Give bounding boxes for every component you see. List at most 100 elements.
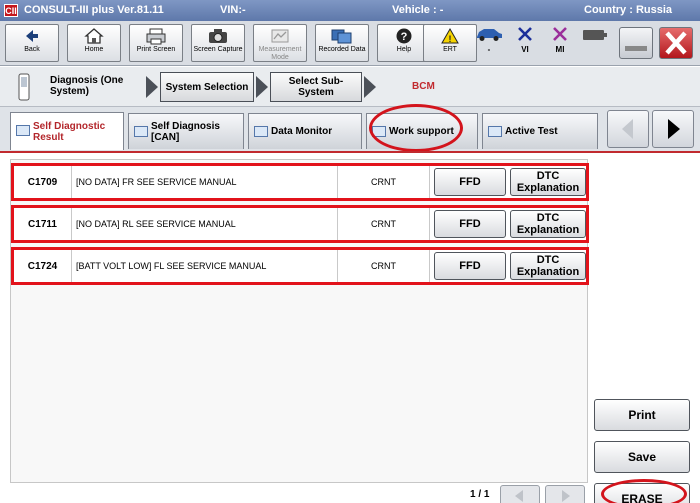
recorded-data-label: Recorded Data [318,46,366,53]
car-icon [477,29,502,41]
vi-status: VI [510,25,540,63]
vi-label: VI [521,45,529,54]
screen-capture-label: Screen Capture [193,46,243,53]
mi-status: MI [545,25,575,63]
crumb-current-bcm: BCM [412,81,435,92]
chevron-right-icon [562,490,570,502]
back-arrow-icon [6,27,58,46]
crumb-arrow-icon [146,76,158,98]
minimize-button[interactable] [619,27,653,59]
ffd-button[interactable]: FFD [434,252,506,280]
mi-x-icon [553,27,567,41]
svg-text:?: ? [401,31,408,43]
main-panel: C1709 [NO DATA] FR SEE SERVICE MANUAL CR… [0,151,700,503]
tab-work-support[interactable]: Work support [366,113,478,149]
dtc-explanation-button[interactable]: DTC Explanation [510,168,586,196]
tab-label: Data Monitor [271,126,333,137]
tab-prev-button[interactable] [607,110,649,148]
table-row[interactable]: C1724 [BATT VOLT LOW] FL SEE SERVICE MAN… [11,247,589,285]
crumb-system-selection[interactable]: System Selection [160,72,254,102]
app-title: CONSULT-III plus Ver.81.11 [24,4,164,16]
dtc-list: C1709 [NO DATA] FR SEE SERVICE MANUAL CR… [10,159,589,285]
monitor-icon [254,126,268,137]
print-button[interactable]: Print [594,399,690,431]
chevron-left-icon [622,119,633,139]
dtc-explanation-button[interactable]: DTC Explanation [510,252,586,280]
ffd-button[interactable]: FFD [434,168,506,196]
battery-icon [583,30,607,40]
recorded-data-icon [316,27,368,46]
tab-label: Self Diagnostic Result [33,120,106,143]
title-bar: CII CONSULT-III plus Ver.81.11 VIN:- Veh… [0,0,700,21]
dtc-list-empty-area [10,285,588,483]
dtc-description: [NO DATA] FR SEE SERVICE MANUAL [72,166,338,198]
back-label: Back [24,46,40,53]
measurement-icon [254,27,306,46]
page-next-button[interactable] [545,485,585,503]
home-label: Home [84,46,104,53]
tab-bar: Self Diagnostic Result Self Diagnosis [C… [0,104,700,152]
help-label: Help [396,46,412,53]
dtc-explanation-button[interactable]: DTC Explanation [510,210,586,238]
dtc-status: CRNT [338,250,430,282]
vehicle-status-label: - [487,45,491,54]
app-logo: CII [4,4,18,17]
svg-text:!: ! [449,34,452,44]
home-icon [68,27,120,46]
tab-self-diagnostic-result[interactable]: Self Diagnostic Result [10,112,124,150]
active-test-icon [488,126,502,137]
screen-capture-button[interactable]: Screen Capture [191,24,245,62]
print-screen-label: Print Screen [136,46,176,53]
chevron-right-icon [668,119,680,139]
chevron-left-icon [515,490,523,502]
home-button[interactable]: Home [67,24,121,62]
minimize-icon [625,46,647,51]
tab-label: Active Test [505,126,558,137]
tab-data-monitor[interactable]: Data Monitor [248,113,362,149]
recorded-data-button[interactable]: Recorded Data [315,24,369,62]
save-button[interactable]: Save [594,441,690,473]
dtc-description: [BATT VOLT LOW] FL SEE SERVICE MANUAL [72,250,338,282]
mi-label: MI [555,45,565,54]
vi-x-icon [518,27,532,41]
dtc-status: CRNT [338,208,430,240]
ert-label: ERT [443,46,457,53]
warning-icon: ! [424,27,476,46]
work-support-icon [372,126,386,137]
erase-button[interactable]: ERASE [594,483,690,503]
measurement-mode-label: Measurement Mode [258,46,302,61]
close-button[interactable] [659,27,693,59]
toolbar: Back Home Print Screen Screen Capture Me… [0,21,700,66]
page-prev-button[interactable] [500,485,540,503]
diagnosis-can-icon [134,126,148,137]
print-screen-button[interactable]: Print Screen [129,24,183,62]
crumb-select-sub-system[interactable]: Select Sub-System [270,72,362,102]
country-label: Country : Russia [584,4,673,16]
tab-label: Work support [389,126,454,137]
dtc-code: C1724 [14,250,72,282]
table-row[interactable]: C1711 [NO DATA] RL SEE SERVICE MANUAL CR… [11,205,589,243]
vin-label: VIN:- [220,4,246,16]
close-icon [665,31,687,55]
breadcrumb: Diagnosis (One System) System Selection … [0,67,700,107]
tab-label: Self Diagnosis [CAN] [151,120,220,143]
crumb-arrow-icon [364,76,376,98]
table-row[interactable]: C1709 [NO DATA] FR SEE SERVICE MANUAL CR… [11,163,589,201]
measurement-mode-button[interactable]: Measurement Mode [253,24,307,62]
tab-self-diagnosis-can[interactable]: Self Diagnosis [CAN] [128,113,244,149]
vehicle-label: Vehicle : - [392,4,444,16]
crumb-arrow-icon [256,76,268,98]
tab-active-test[interactable]: Active Test [482,113,598,149]
dtc-description: [NO DATA] RL SEE SERVICE MANUAL [72,208,338,240]
dtc-status: CRNT [338,166,430,198]
dtc-code: C1711 [14,208,72,240]
device-icon [18,73,30,101]
ffd-button[interactable]: FFD [434,210,506,238]
back-button[interactable]: Back [5,24,59,62]
dtc-code: C1709 [14,166,72,198]
vehicle-status: - [474,25,504,63]
tab-next-button[interactable] [652,110,694,148]
crumb-diagnosis[interactable]: Diagnosis (One System) [50,75,140,97]
ert-button[interactable]: ! ERT [423,24,477,62]
battery-status [580,25,610,63]
